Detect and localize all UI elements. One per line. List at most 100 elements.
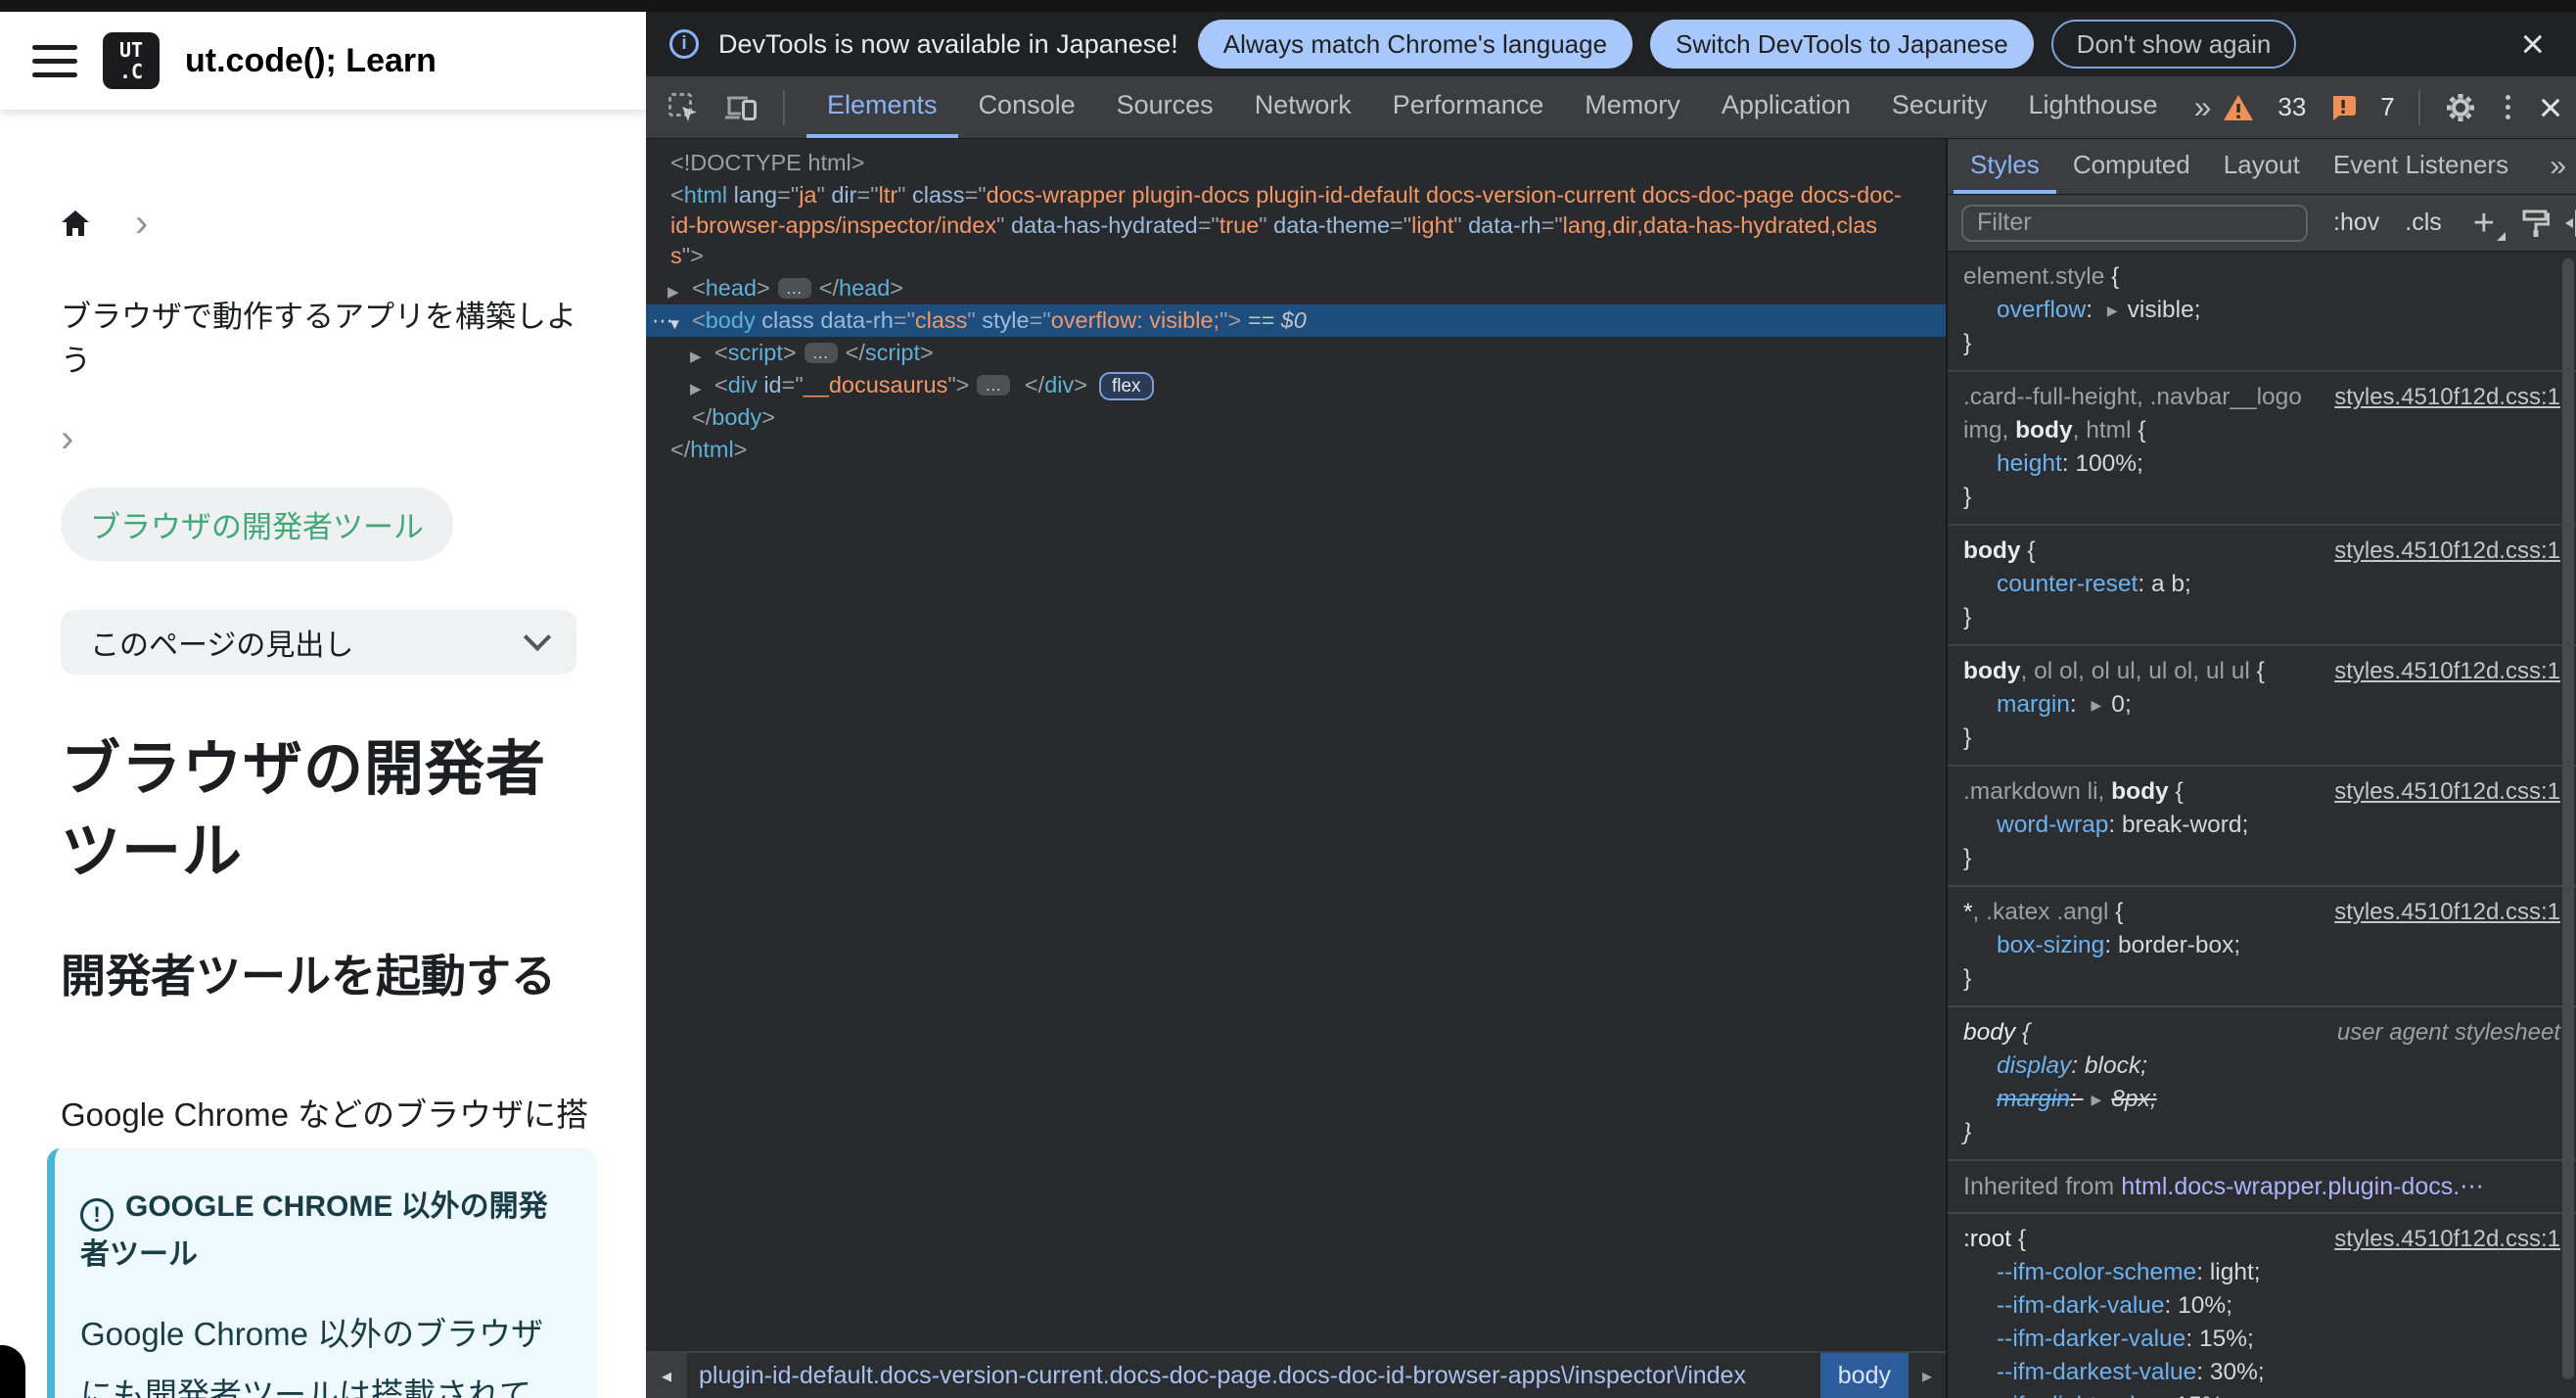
- style-rule[interactable]: styles.4510f12d.css:1:root {--ifm-color-…: [1948, 1214, 2576, 1398]
- css-declaration[interactable]: box-sizing: border-box;: [1963, 929, 2576, 962]
- inherited-element-link[interactable]: html.docs-wrapper.plugin-docs.⋯: [2121, 1173, 2484, 1200]
- sidebar-tab-event-listeners[interactable]: Event Listeners: [2317, 139, 2525, 194]
- devtools-tab-memory[interactable]: Memory: [1564, 76, 1701, 138]
- stylesheet-source-link[interactable]: styles.4510f12d.css:1: [2334, 896, 2560, 929]
- css-declaration[interactable]: margin: ▶ 8px;: [1963, 1083, 2576, 1116]
- breadcrumb-item[interactable]: ブラウザで動作するアプリを構築しよう: [61, 292, 597, 380]
- css-declaration[interactable]: --ifm-darkest-value: 30%;: [1963, 1356, 2576, 1389]
- style-rule[interactable]: styles.4510f12d.css:1 .markdown li, body …: [1948, 767, 2576, 887]
- dom-row-markup: <!DOCTYPE html>: [670, 150, 865, 175]
- devtools-tab-security[interactable]: Security: [1871, 76, 2008, 138]
- inspect-element-icon[interactable]: [667, 92, 699, 123]
- home-icon[interactable]: [61, 210, 90, 237]
- css-declaration[interactable]: counter-reset: a b;: [1963, 568, 2576, 601]
- crumb-scroll-right-icon[interactable]: ▸: [1909, 1353, 1946, 1398]
- don-t-show-again-button[interactable]: Don't show again: [2050, 20, 2297, 69]
- devtools-tab-sources[interactable]: Sources: [1096, 76, 1234, 138]
- dom-tree-row[interactable]: <html lang="ja" dir="ltr" class="docs-wr…: [646, 179, 1946, 272]
- expand-arrow-icon[interactable]: ▶: [690, 374, 702, 404]
- styles-toolbar: :hov .cls +: [1948, 195, 2576, 252]
- logo-text-top: UT: [118, 38, 144, 62]
- dom-breadcrumb-path[interactable]: plugin-id-default.docs-version-current.d…: [687, 1353, 1820, 1398]
- rule-selector: styles.4510f12d.css:1 *, .katex .angl {: [1963, 896, 2576, 929]
- toc-collapsible[interactable]: このページの見出し: [61, 610, 576, 675]
- style-rule[interactable]: styles.4510f12d.css:1 body, ol ol, ol ul,…: [1948, 646, 2576, 767]
- collapse-arrow-icon[interactable]: ▼: [667, 309, 682, 340]
- css-declaration[interactable]: height: 100%;: [1963, 447, 2576, 481]
- css-declaration[interactable]: overflow: ▶ visible;: [1963, 294, 2576, 327]
- dom-row-markup: <body class data-rh="class" style="overf…: [692, 307, 1307, 333]
- dom-tree-row[interactable]: ▶ <head>… </head>: [646, 272, 1946, 304]
- dom-tree-row[interactable]: <!DOCTYPE html>: [646, 147, 1946, 179]
- devtools-tab-application[interactable]: Application: [1701, 76, 1871, 138]
- style-rule[interactable]: styles.4510f12d.css:1 body {counter-reset…: [1948, 526, 2576, 646]
- gear-icon[interactable]: [2444, 91, 2477, 124]
- flex-adorner-badge[interactable]: flex: [1098, 372, 1154, 400]
- sidebar-tab-layout[interactable]: Layout: [2207, 139, 2317, 194]
- issues-icon[interactable]: [2329, 94, 2357, 121]
- expand-longhand-icon[interactable]: ▶: [2092, 688, 2102, 722]
- new-style-rule-icon[interactable]: +: [2473, 205, 2507, 242]
- styles-filter-input[interactable]: [1961, 204, 2308, 242]
- css-declaration[interactable]: word-wrap: break-word;: [1963, 809, 2576, 842]
- dom-tree-row[interactable]: ▶ <div id="__docusaurus">… </div> flex: [646, 369, 1946, 401]
- close-icon[interactable]: ×: [2520, 23, 2553, 65]
- expand-children-button[interactable]: …: [977, 375, 1011, 396]
- element-class-toggle[interactable]: .cls: [2405, 209, 2442, 237]
- notification-buttons: Always match Chrome's language Switch Dev…: [1197, 20, 2297, 69]
- style-rule[interactable]: styles.4510f12d.css:1 .card--full-height,…: [1948, 372, 2576, 526]
- devtools-tab-console[interactable]: Console: [958, 76, 1096, 138]
- style-rule[interactable]: user agent stylesheet body {display: bloc…: [1948, 1007, 2576, 1161]
- expand-children-button[interactable]: …: [777, 278, 811, 299]
- stylesheet-source-link[interactable]: styles.4510f12d.css:1: [2334, 775, 2560, 809]
- devtools-tab-lighthouse[interactable]: Lighthouse: [2007, 76, 2178, 138]
- dom-tree-row[interactable]: ⋯ ▼ <body class data-rh="class" style="ove…: [646, 304, 1946, 337]
- style-rule[interactable]: element.style {overflow: ▶ visible;}: [1948, 252, 2576, 372]
- stylesheet-source-link[interactable]: styles.4510f12d.css:1: [2334, 1223, 2560, 1256]
- site-title[interactable]: ut.code(); Learn: [185, 42, 437, 80]
- expand-longhand-icon[interactable]: ▶: [2092, 1083, 2102, 1116]
- css-declaration[interactable]: --ifm-color-scheme: light;: [1963, 1256, 2576, 1289]
- css-declaration[interactable]: --ifm-light-value: 15%;: [1963, 1389, 2576, 1398]
- rule-selector: styles.4510f12d.css:1:root {: [1963, 1223, 2576, 1256]
- hamburger-menu-icon[interactable]: [32, 44, 77, 77]
- warning-icon[interactable]: [2223, 94, 2254, 121]
- corner-overlay: [0, 1345, 25, 1398]
- expand-children-button[interactable]: …: [804, 343, 838, 363]
- device-toolbar-icon[interactable]: [724, 92, 758, 123]
- dom-tree-row[interactable]: ▶ <script>… </script>: [646, 337, 1946, 369]
- crumb-scroll-left-icon[interactable]: ◂: [646, 1353, 687, 1398]
- devtools-tab-network[interactable]: Network: [1234, 76, 1372, 138]
- css-declaration[interactable]: margin: ▶ 0;: [1963, 688, 2576, 722]
- sidebar-tab-styles[interactable]: Styles: [1954, 139, 2056, 194]
- more-tabs-icon[interactable]: »: [2179, 76, 2224, 138]
- more-sidebar-tabs-icon[interactable]: »: [2550, 139, 2576, 194]
- breadcrumb-current-pill[interactable]: ブラウザの開発者ツール: [61, 488, 453, 561]
- styles-scrollbar[interactable]: [2562, 258, 2574, 1379]
- dom-tree-row[interactable]: </body>: [646, 401, 1946, 434]
- dom-breadcrumb-selected[interactable]: body: [1819, 1353, 1909, 1398]
- site-logo[interactable]: UT .C: [103, 32, 160, 89]
- callout-title: ! GOOGLE CHROME 以外の開発者ツール: [80, 1190, 548, 1271]
- dom-tree-row[interactable]: </html>: [646, 434, 1946, 466]
- stylesheet-source-link[interactable]: styles.4510f12d.css:1: [2334, 655, 2560, 688]
- css-declaration[interactable]: display: block;: [1963, 1049, 2576, 1083]
- stylesheet-source-link[interactable]: styles.4510f12d.css:1: [2334, 381, 2560, 414]
- pseudo-state-toggle[interactable]: :hov: [2333, 209, 2379, 237]
- expand-arrow-icon[interactable]: ▶: [667, 277, 679, 307]
- expand-longhand-icon[interactable]: ▶: [2107, 294, 2118, 327]
- style-rule[interactable]: styles.4510f12d.css:1 *, .katex .angl {bo…: [1948, 887, 2576, 1007]
- sidebar-tab-computed[interactable]: Computed: [2056, 139, 2207, 194]
- switch-devtools-to-japanese-button[interactable]: Switch DevTools to Japanese: [1650, 20, 2034, 69]
- devtools-tab-elements[interactable]: Elements: [806, 76, 958, 138]
- stylesheet-source-link[interactable]: styles.4510f12d.css:1: [2334, 535, 2560, 568]
- always-match-chrome-s-language-button[interactable]: Always match Chrome's language: [1197, 20, 1633, 69]
- expand-arrow-icon[interactable]: ▶: [690, 342, 702, 372]
- rendering-brush-icon[interactable]: [2520, 209, 2550, 238]
- kebab-menu-icon[interactable]: [2501, 95, 2515, 119]
- rule-selector: styles.4510f12d.css:1 body {: [1963, 535, 2576, 568]
- devtools-tab-performance[interactable]: Performance: [1372, 76, 1565, 138]
- css-declaration[interactable]: --ifm-darker-value: 15%;: [1963, 1323, 2576, 1356]
- css-declaration[interactable]: --ifm-dark-value: 10%;: [1963, 1289, 2576, 1323]
- close-devtools-icon[interactable]: ×: [2539, 86, 2563, 128]
